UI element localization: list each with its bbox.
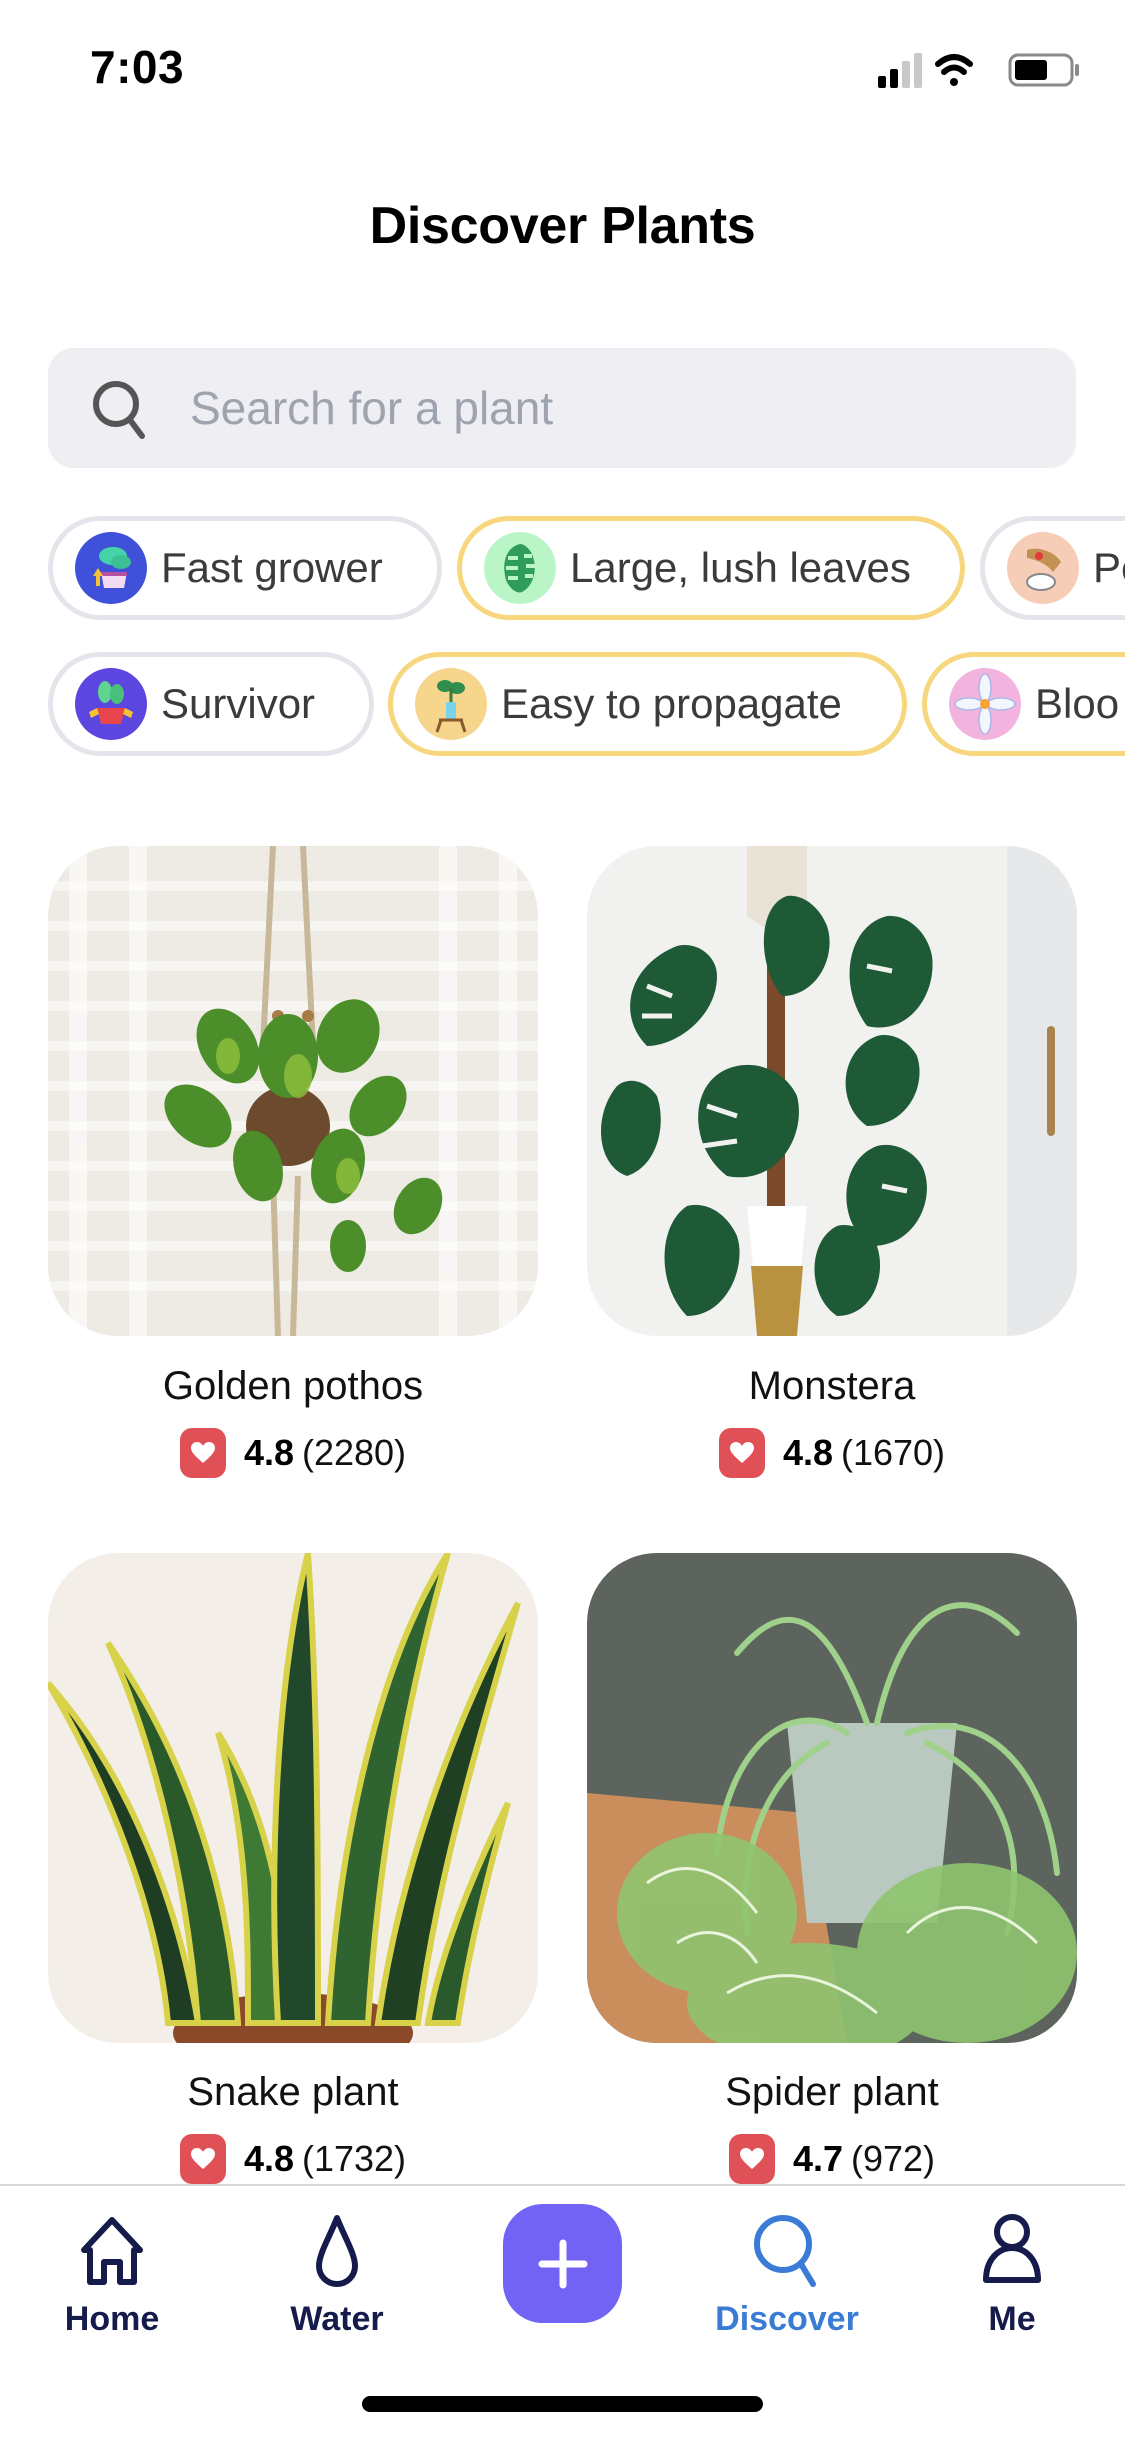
filter-chip-fast-grower[interactable]: Fast grower <box>48 516 442 620</box>
filter-chip-label: Pe <box>1093 544 1125 591</box>
plant-name[interactable]: Monstera <box>587 1364 1077 1409</box>
blooming-flower-icon <box>949 668 1021 740</box>
tab-water[interactable]: Water <box>247 2210 427 2340</box>
plant-name[interactable]: Snake plant <box>48 2070 538 2115</box>
filter-chip-label: Easy to propagate <box>501 680 842 727</box>
fast-grower-icon <box>75 532 147 604</box>
heart-icon <box>179 1428 226 1478</box>
plus-icon <box>538 2239 587 2288</box>
tab-label: Water <box>290 2300 384 2338</box>
battery-icon <box>1008 53 1079 87</box>
tab-discover[interactable]: Discover <box>697 2210 877 2340</box>
plant-image-monstera[interactable] <box>587 846 1077 1336</box>
pet-friendly-icon <box>1007 532 1079 604</box>
filter-chip-label: Survivor <box>161 680 316 727</box>
monstera-leaf-icon <box>484 532 556 604</box>
status-icons <box>878 53 1079 88</box>
plant-name[interactable]: Golden pothos <box>48 1364 538 1409</box>
filter-chip-label: Fast grower <box>161 544 383 591</box>
plant-rating: 4.8 (1732) <box>48 2134 538 2184</box>
water-drop-icon <box>316 2215 358 2287</box>
plant-image-golden-pothos[interactable] <box>48 846 538 1336</box>
rating-value: 4.8 <box>243 1432 294 1473</box>
filter-chip-label: Large, lush leaves <box>570 544 911 591</box>
wifi-icon <box>935 54 973 86</box>
cellular-signal-icon <box>878 53 922 88</box>
status-time: 7:03 <box>90 41 185 93</box>
filter-chip-easy-to-propagate[interactable]: Easy to propagate <box>388 652 907 756</box>
page-title: Discover Plants <box>369 197 756 255</box>
rating-value: 4.7 <box>792 2138 843 2179</box>
person-icon <box>983 2214 1041 2283</box>
propagate-icon <box>415 668 487 740</box>
plant-image-snake-plant[interactable] <box>48 1553 538 2043</box>
plant-card-snake-plant[interactable] <box>48 1553 538 2043</box>
survivor-icon <box>75 668 147 740</box>
plant-rating: 4.8 (2280) <box>48 1428 538 1478</box>
review-count: (1732) <box>301 2138 407 2179</box>
filter-chip-blooming[interactable]: Bloo <box>922 652 1125 756</box>
search-icon <box>754 2215 816 2287</box>
review-count: (1670) <box>840 1432 946 1473</box>
plant-rating: 4.8 (1670) <box>587 1428 1077 1478</box>
plant-card-golden-pothos[interactable] <box>48 846 538 1336</box>
tab-me[interactable]: Me <box>922 2210 1102 2340</box>
rating-value: 4.8 <box>243 2138 294 2179</box>
filter-chip-label: Bloo <box>1035 680 1120 727</box>
plant-rating: 4.7 (972) <box>587 2134 1077 2184</box>
rating-value: 4.8 <box>782 1432 833 1473</box>
filter-chip-pet-friendly[interactable]: Pe <box>980 516 1125 620</box>
plant-card-monstera[interactable] <box>587 846 1077 1336</box>
add-plant-button[interactable] <box>503 2204 622 2323</box>
filter-chip-survivor[interactable]: Survivor <box>48 652 374 756</box>
tab-label: Me <box>988 2300 1036 2338</box>
plant-image-spider-plant[interactable] <box>587 1553 1077 2043</box>
plant-card-spider-plant[interactable] <box>587 1553 1077 2043</box>
review-count: (2280) <box>301 1432 407 1473</box>
heart-icon <box>718 1428 765 1478</box>
tab-label: Home <box>64 2300 160 2338</box>
search-input[interactable] <box>190 368 1050 448</box>
heart-icon <box>728 2134 775 2184</box>
review-count: (972) <box>851 2138 936 2179</box>
home-indicator[interactable] <box>362 2396 763 2412</box>
search-icon <box>93 381 145 439</box>
tab-label: Discover <box>715 2300 859 2338</box>
tab-home[interactable]: Home <box>22 2210 202 2340</box>
filter-chip-large-lush-leaves[interactable]: Large, lush leaves <box>457 516 965 620</box>
home-icon <box>81 2217 143 2285</box>
heart-icon <box>179 2134 226 2184</box>
plant-name[interactable]: Spider plant <box>587 2070 1077 2115</box>
